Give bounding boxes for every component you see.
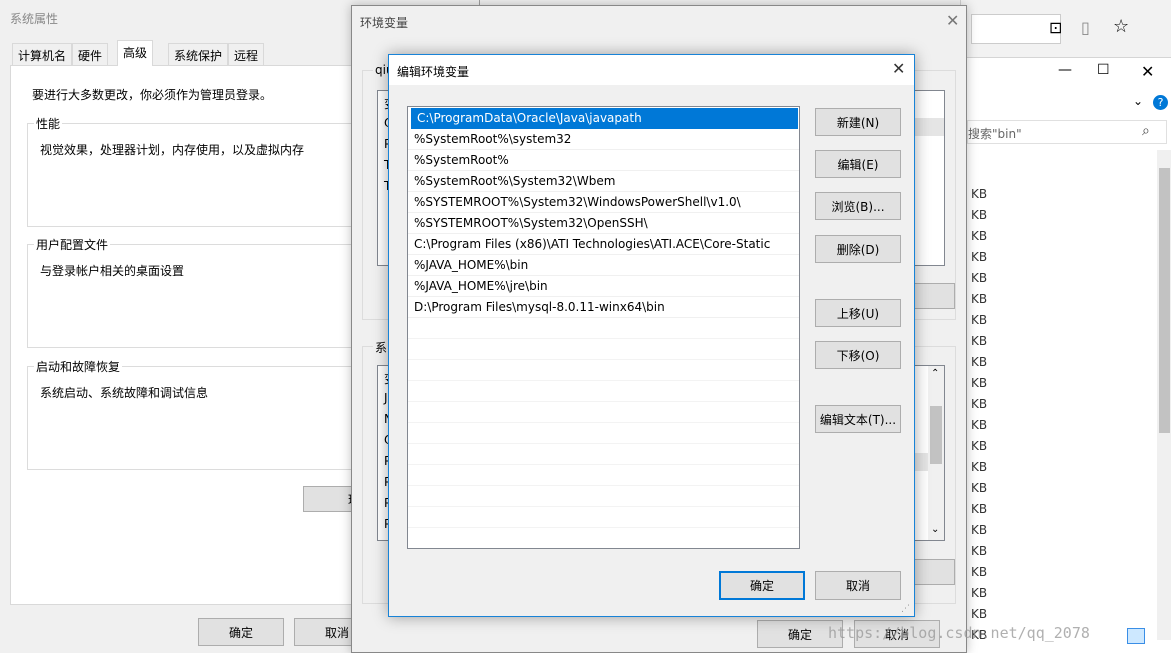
close-icon[interactable]: ✕ [892,61,905,77]
empty-row[interactable] [408,318,799,339]
tab-hardware[interactable]: 硬件 [72,43,109,65]
browser-toolbar: ⊡ ▯ ☆ [961,0,1171,58]
edit-environment-variable-dialog: 编辑环境变量 ✕ C:\ProgramData\Oracle\Java\java… [388,54,915,617]
browse-button[interactable]: 浏览(B)... [815,192,901,220]
path-entry[interactable]: %SYSTEMROOT%\System32\OpenSSH\ [408,213,799,234]
file-size-unit: KB [971,565,988,579]
tab-computer-name[interactable]: 计算机名 [12,43,73,65]
empty-row[interactable] [408,465,799,486]
empty-row[interactable] [408,486,799,507]
file-size-unit: KB [971,544,988,558]
path-entry[interactable]: %SystemRoot% [408,150,799,171]
scrollbar[interactable]: ⌃ ⌄ [928,366,944,540]
ok-button[interactable]: 确定 [198,618,284,646]
scrollbar[interactable] [1157,150,1171,640]
move-up-button[interactable]: 上移(U) [815,299,901,327]
maximize-icon[interactable]: ☐ [1097,62,1110,78]
view-toggle-icon[interactable] [1127,628,1145,644]
file-size-unit: KB [971,334,988,348]
search-box[interactable]: 搜索"bin" ⌕ [967,120,1167,144]
file-size-unit: KB [971,418,988,432]
file-size-unit: KB [971,481,988,495]
empty-row[interactable] [408,381,799,402]
edit-text-button[interactable]: 编辑文本(T)... [815,405,901,433]
performance-desc: 视觉效果，处理器计划，内存使用，以及虚拟内存 [40,143,305,157]
delete-button[interactable]: 删除(D) [815,235,901,263]
favorite-star-icon[interactable]: ☆ [1113,16,1129,37]
scroll-down-icon[interactable]: ⌄ [931,524,939,535]
admin-note: 要进行大多数更改，你必须作为管理员登录。 [32,88,273,102]
new-button[interactable]: 新建(N) [815,108,901,136]
address-bar[interactable] [971,14,1061,44]
move-down-button[interactable]: 下移(O) [815,341,901,369]
empty-row[interactable] [408,528,799,548]
cancel-button[interactable]: 取消 [815,571,901,600]
ok-button[interactable]: 确定 [719,571,805,600]
empty-row[interactable] [408,402,799,423]
file-size-unit: KB [971,355,988,369]
file-size-unit: KB [971,292,988,306]
title-bar: 编辑环境变量 ✕ [389,55,914,85]
resize-grip-icon[interactable]: ⋰ [901,604,910,614]
file-size-unit: KB [971,439,988,453]
path-entry[interactable]: D:\Program Files\mysql-8.0.11-winx64\bin [408,297,799,318]
path-entry[interactable]: C:\Program Files (x86)\ATI Technologies\… [408,234,799,255]
file-size-unit: KB [971,208,988,222]
scrollbar-thumb[interactable] [1159,168,1170,433]
file-size-unit: KB [971,397,988,411]
empty-row[interactable] [408,339,799,360]
path-rows: C:\ProgramData\Oracle\Java\javapath %Syst… [408,108,799,548]
file-size-unit: KB [971,523,988,537]
edit-button[interactable]: 编辑(E) [815,150,901,178]
tab-system-protection[interactable]: 系统保护 [168,43,229,65]
file-size-unit: KB [971,229,988,243]
path-entry[interactable]: %JAVA_HOME%\jre\bin [408,276,799,297]
window-title: 环境变量 [360,16,409,30]
chevron-down-icon[interactable]: ⌄ [1133,94,1143,108]
file-size-unit: KB [971,250,988,264]
search-placeholder: 搜索"bin" [968,127,1022,141]
file-size-unit: KB [971,586,988,600]
user-profile-desc: 与登录帐户相关的桌面设置 [40,264,185,278]
path-entry[interactable]: %SYSTEMROOT%\System32\WindowsPowerShell\… [408,192,799,213]
empty-row[interactable] [408,444,799,465]
reading-view-icon[interactable]: ▯ [1081,18,1090,37]
help-icon[interactable]: ? [1153,95,1168,110]
empty-row[interactable] [408,507,799,528]
path-entry[interactable]: %SystemRoot%\system32 [408,129,799,150]
tab-advanced[interactable]: 高级 [117,40,154,66]
performance-title: 性能 [34,115,63,132]
empty-row[interactable] [408,423,799,444]
file-size-unit: KB [971,313,988,327]
path-list[interactable]: C:\ProgramData\Oracle\Java\javapath %Syst… [407,106,800,549]
window-title: 系统属性 [10,12,59,26]
path-entry[interactable]: C:\ProgramData\Oracle\Java\javapath [411,108,798,129]
dialog-title: 编辑环境变量 [397,65,470,79]
system-variables-title: 系 [373,339,390,356]
path-entry[interactable]: %JAVA_HOME%\bin [408,255,799,276]
scrollbar-thumb[interactable] [930,406,942,464]
scroll-up-icon[interactable]: ⌃ [931,368,939,379]
minimize-icon[interactable]: — [1058,62,1072,78]
path-entry[interactable]: %SystemRoot%\System32\Wbem [408,171,799,192]
tab-remote[interactable]: 远程 [228,43,265,65]
watermark: https://blog.csdn.net/qq_2078 [828,624,1090,642]
close-icon[interactable]: ✕ [1141,62,1154,81]
explorer-window: ⊡ ▯ ☆ — ☐ ✕ ⌄ ? 搜索"bin" ⌕ [960,0,1171,653]
file-size-unit: KB [971,376,988,390]
file-size-unit: KB [971,271,988,285]
variable-row[interactable]: J [384,391,388,405]
close-icon[interactable]: ✕ [946,13,959,29]
startup-title: 启动和故障恢复 [34,358,123,375]
startup-desc: 系统启动、系统故障和调试信息 [40,386,209,400]
file-size-unit: KB [971,460,988,474]
file-size-unit: KB [971,502,988,516]
user-profile-title: 用户配置文件 [34,236,111,253]
search-icon: ⌕ [1142,123,1150,139]
file-size-unit: KB [971,607,988,621]
empty-row[interactable] [408,360,799,381]
file-size-unit: KB [971,187,988,201]
reading-list-icon[interactable]: ⊡ [1049,18,1062,37]
